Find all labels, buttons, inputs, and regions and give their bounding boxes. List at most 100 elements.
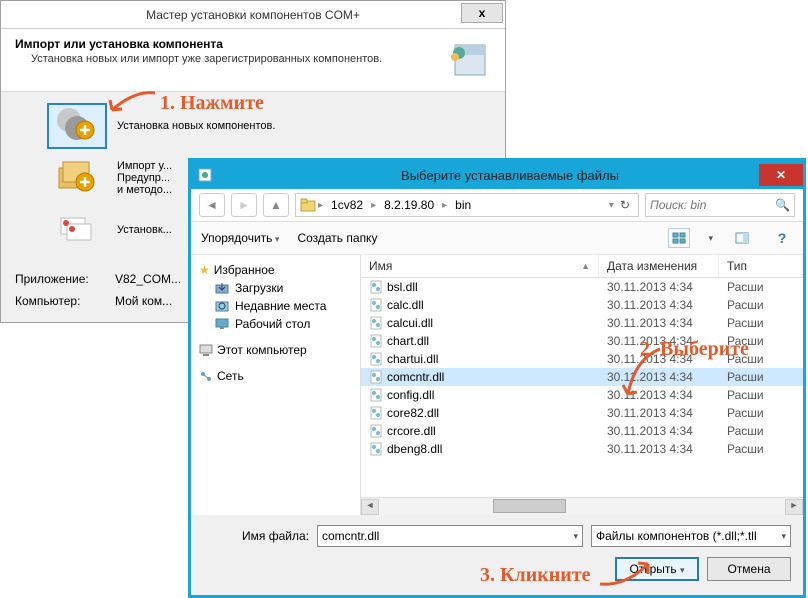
file-type: Расши bbox=[719, 387, 803, 403]
forward-button[interactable]: ► bbox=[231, 193, 257, 217]
wizard-titlebar: Мастер установки компонентов COM+ x bbox=[1, 1, 505, 29]
file-name: bsl.dll bbox=[387, 280, 418, 294]
file-date: 30.11.2013 4:34 bbox=[599, 297, 719, 313]
column-date[interactable]: Дата изменения bbox=[599, 255, 719, 277]
file-type: Расши bbox=[719, 333, 803, 349]
filter-dropdown[interactable]: Файлы компонентов (*.dll;*.tll ▾ bbox=[591, 525, 791, 547]
dll-icon bbox=[369, 424, 383, 438]
file-row[interactable]: calc.dll30.11.2013 4:34Расши bbox=[361, 296, 803, 314]
desktop-icon bbox=[215, 318, 229, 330]
recent-icon bbox=[215, 300, 229, 312]
wizard-header-subtitle: Установка новых или импорт уже зарегистр… bbox=[15, 51, 445, 65]
filedlg-close-button[interactable]: ✕ bbox=[759, 164, 803, 186]
open-button[interactable]: Открыть ▾ bbox=[615, 557, 699, 581]
file-type: Расши bbox=[719, 315, 803, 331]
file-row[interactable]: crcore.dll30.11.2013 4:34Расши bbox=[361, 422, 803, 440]
file-type: Расши bbox=[719, 351, 803, 367]
horizontal-scrollbar[interactable]: ◄ ► bbox=[361, 497, 803, 515]
new-folder-button[interactable]: Создать папку bbox=[297, 231, 377, 245]
back-button[interactable]: ◄ bbox=[199, 193, 225, 217]
sidebar: ★ Избранное Загрузки Недавние места Рабо… bbox=[191, 255, 361, 515]
dll-icon bbox=[369, 334, 383, 348]
file-name: dbeng8.dll bbox=[387, 442, 442, 456]
cancel-button[interactable]: Отмена bbox=[707, 557, 791, 581]
file-date: 30.11.2013 4:34 bbox=[599, 423, 719, 439]
view-mode-button[interactable] bbox=[668, 228, 690, 248]
search-box[interactable]: 🔍 bbox=[645, 193, 795, 217]
file-row[interactable]: core82.dll30.11.2013 4:34Расши bbox=[361, 404, 803, 422]
column-headers: Имя▲ Дата изменения Тип bbox=[361, 255, 803, 278]
wizard-title: Мастер установки компонентов COM+ bbox=[146, 8, 360, 22]
option-install-new[interactable]: Установка новых компонентов. bbox=[47, 102, 491, 150]
sidebar-downloads[interactable]: Загрузки bbox=[195, 279, 356, 297]
file-row[interactable]: dbeng8.dll30.11.2013 4:34Расши bbox=[361, 440, 803, 458]
file-name: calcui.dll bbox=[387, 316, 433, 330]
folder-icon bbox=[300, 198, 316, 212]
breadcrumb[interactable]: ▸ 1cv82 ▸ 8.2.19.80 ▸ bin ▾ ↻ bbox=[295, 193, 639, 217]
network-icon bbox=[199, 370, 213, 382]
file-name: chartui.dll bbox=[387, 352, 438, 366]
file-row[interactable]: config.dll30.11.2013 4:34Расши bbox=[361, 386, 803, 404]
filedlg-footer: Имя файла: comcntr.dll ▾ Файлы компонент… bbox=[191, 515, 803, 595]
install-new-icon[interactable] bbox=[47, 103, 107, 149]
file-type: Расши bbox=[719, 405, 803, 421]
sidebar-thispc[interactable]: Этот компьютер bbox=[195, 341, 356, 359]
search-input[interactable] bbox=[650, 198, 775, 212]
file-name: crcore.dll bbox=[387, 424, 436, 438]
file-date: 30.11.2013 4:34 bbox=[599, 333, 719, 349]
breadcrumb-dropdown[interactable]: ▾ bbox=[609, 200, 614, 211]
dll-icon bbox=[369, 298, 383, 312]
dll-icon bbox=[369, 280, 383, 294]
scroll-right[interactable]: ► bbox=[785, 499, 803, 515]
file-row[interactable]: comcntr.dll 30.11.2013 4:34Расши bbox=[361, 368, 803, 386]
option-import-label: Импорт у... Предупр... и методо... bbox=[117, 160, 172, 196]
file-date: 30.11.2013 4:34 bbox=[599, 441, 719, 457]
sidebar-network[interactable]: Сеть bbox=[195, 367, 356, 385]
file-name: chart.dll bbox=[387, 334, 429, 348]
wizard-header: Импорт или установка компонента Установк… bbox=[1, 29, 505, 92]
file-name: config.dll bbox=[387, 388, 434, 402]
install-reg-icon[interactable] bbox=[47, 207, 107, 253]
file-type: Расши bbox=[719, 297, 803, 313]
sidebar-favorites[interactable]: ★ Избранное bbox=[195, 261, 356, 279]
sidebar-desktop[interactable]: Рабочий стол bbox=[195, 315, 356, 333]
file-row[interactable]: bsl.dll30.11.2013 4:34Расши bbox=[361, 278, 803, 296]
scroll-thumb[interactable] bbox=[493, 499, 566, 513]
filedlg-title: Выберите устанавливаемые файлы bbox=[217, 168, 803, 183]
close-button[interactable]: x bbox=[461, 3, 503, 23]
app-icon bbox=[197, 167, 217, 183]
crumb-0[interactable]: 1cv82 bbox=[325, 198, 369, 212]
sidebar-recent[interactable]: Недавние места bbox=[195, 297, 356, 315]
file-date: 30.11.2013 4:34 bbox=[599, 405, 719, 421]
file-name: comcntr.dll bbox=[387, 370, 444, 384]
crumb-2[interactable]: bin bbox=[449, 198, 477, 212]
organize-menu[interactable]: Упорядочить bbox=[201, 231, 279, 245]
column-type[interactable]: Тип bbox=[719, 255, 803, 277]
file-type: Расши bbox=[719, 369, 803, 385]
preview-pane-button[interactable] bbox=[731, 228, 753, 248]
computer-icon bbox=[199, 344, 213, 356]
column-name[interactable]: Имя▲ bbox=[361, 255, 599, 277]
import-icon[interactable] bbox=[47, 155, 107, 201]
package-icon bbox=[445, 37, 491, 83]
file-date: 30.11.2013 4:34 bbox=[599, 369, 719, 385]
refresh-icon[interactable]: ↻ bbox=[616, 198, 634, 212]
up-button[interactable]: ▲ bbox=[263, 193, 289, 217]
file-date: 30.11.2013 4:34 bbox=[599, 315, 719, 331]
scroll-left[interactable]: ◄ bbox=[361, 499, 379, 515]
dll-icon bbox=[369, 316, 383, 330]
app-label: Приложение: bbox=[15, 272, 115, 286]
file-row[interactable]: calcui.dll 30.11.2013 4:34Расши bbox=[361, 314, 803, 332]
dll-icon bbox=[369, 388, 383, 402]
file-row[interactable]: chart.dll 30.11.2013 4:34Расши bbox=[361, 332, 803, 350]
file-type: Расши bbox=[719, 279, 803, 295]
crumb-1[interactable]: 8.2.19.80 bbox=[378, 198, 440, 212]
dll-icon bbox=[369, 352, 383, 366]
filename-dropdown[interactable]: ▾ bbox=[573, 531, 578, 542]
view-dropdown[interactable]: ▾ bbox=[708, 233, 713, 244]
filename-input[interactable]: comcntr.dll ▾ bbox=[317, 525, 583, 547]
wizard-header-title: Импорт или установка компонента bbox=[15, 37, 445, 51]
file-row[interactable]: chartui.dll30.11.2013 4:34Расши bbox=[361, 350, 803, 368]
help-button[interactable]: ? bbox=[771, 228, 793, 248]
dll-icon bbox=[369, 406, 383, 420]
